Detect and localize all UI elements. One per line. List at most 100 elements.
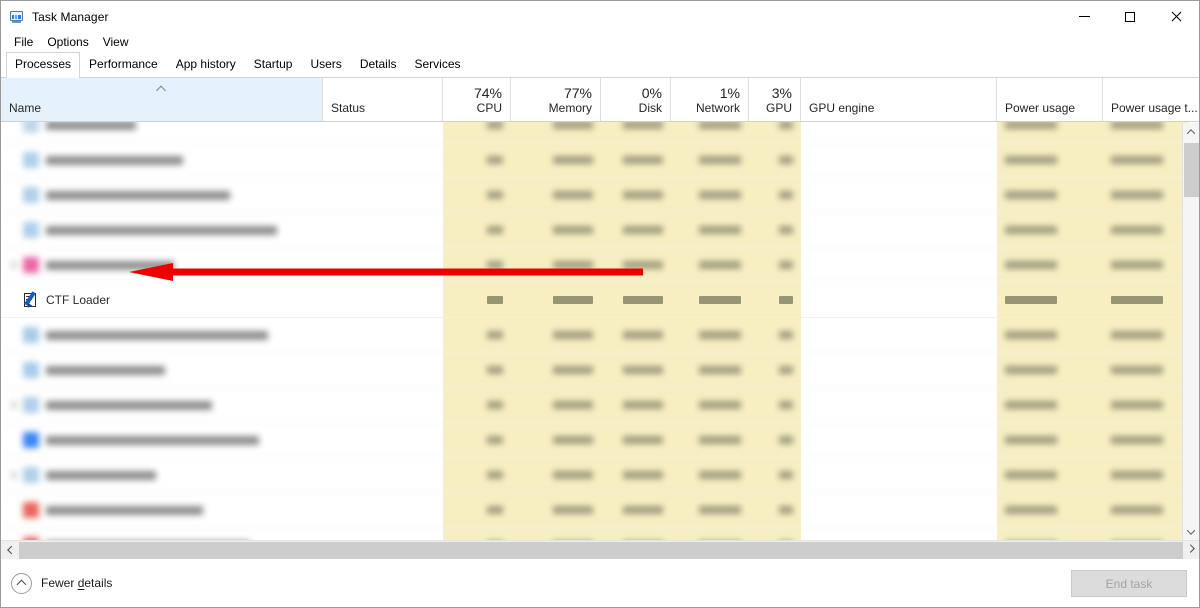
menu-item-file[interactable]: File — [7, 33, 40, 52]
minimize-icon — [1079, 16, 1090, 17]
process-status-cell — [323, 213, 443, 248]
redacted-value — [623, 226, 663, 234]
column-header-gpu[interactable]: 3%GPU — [749, 78, 801, 121]
process-rows: CTF Loader — [1, 122, 1200, 540]
process-gpuengine-cell — [801, 528, 997, 541]
redacted-value — [1005, 401, 1057, 409]
scroll-up-button[interactable] — [1183, 123, 1199, 140]
scroll-down-button[interactable] — [1183, 523, 1199, 540]
process-gpuengine-cell — [801, 423, 997, 458]
redacted-value — [487, 191, 503, 199]
process-gpuengine-cell — [801, 143, 997, 178]
tab-processes[interactable]: Processes — [6, 52, 80, 78]
redacted-value — [779, 471, 793, 479]
process-name-cell — [1, 458, 323, 493]
minimize-button[interactable] — [1061, 1, 1107, 32]
vertical-scrollbar[interactable] — [1182, 123, 1199, 540]
tab-startup[interactable]: Startup — [245, 52, 302, 77]
column-header-power[interactable]: Power usage — [997, 78, 1103, 121]
expand-chevron-icon[interactable] — [1, 402, 23, 408]
column-header-status[interactable]: Status — [323, 78, 443, 121]
menu-item-view[interactable]: View — [96, 33, 136, 52]
redacted-value — [699, 471, 741, 479]
horizontal-scrollbar[interactable] — [1, 540, 1200, 559]
redacted-value — [699, 331, 741, 339]
process-row[interactable] — [1, 248, 1200, 283]
process-row[interactable] — [1, 528, 1200, 540]
redacted-value — [779, 156, 793, 164]
vertical-scroll-thumb[interactable] — [1184, 143, 1199, 197]
column-header-gpu-percent: 3% — [757, 85, 792, 101]
column-header-powertr[interactable]: Power usage t... — [1103, 78, 1200, 121]
column-header-cpu[interactable]: 74%CPU — [443, 78, 511, 121]
process-row[interactable] — [1, 458, 1200, 493]
end-task-button[interactable]: End task — [1071, 570, 1187, 597]
redacted-value — [779, 506, 793, 514]
horizontal-scroll-thumb[interactable] — [19, 542, 1183, 559]
expand-chevron-icon[interactable] — [1, 262, 23, 268]
redacted-value — [1005, 366, 1057, 374]
tab-details[interactable]: Details — [351, 52, 406, 77]
process-row[interactable] — [1, 388, 1200, 423]
process-name-cell — [1, 122, 323, 143]
process-status-cell — [323, 143, 443, 178]
scroll-right-button[interactable] — [1183, 541, 1200, 559]
process-cpu-cell — [443, 388, 511, 423]
maximize-button[interactable] — [1107, 1, 1153, 32]
expand-chevron-icon[interactable] — [1, 472, 23, 478]
redacted-value — [699, 436, 741, 444]
redacted-value — [553, 296, 593, 304]
redacted-value — [699, 261, 741, 269]
process-gpuengine-cell — [801, 318, 997, 353]
process-row[interactable] — [1, 213, 1200, 248]
process-gpuengine-cell — [801, 388, 997, 423]
column-header-network[interactable]: 1%Network — [671, 78, 749, 121]
column-header-name[interactable]: Name — [1, 78, 323, 121]
tab-services[interactable]: Services — [406, 52, 470, 77]
generic-app-icon — [23, 122, 39, 133]
redacted-value — [1111, 122, 1163, 129]
fewer-details-button[interactable]: Fewer details — [11, 573, 112, 594]
tab-app-history[interactable]: App history — [167, 52, 245, 77]
column-header-gpuengine[interactable]: GPU engine — [801, 78, 997, 121]
close-button[interactable] — [1153, 1, 1199, 32]
column-header-disk[interactable]: 0%Disk — [601, 78, 671, 121]
menu-item-options[interactable]: Options — [40, 33, 95, 52]
process-memory-cell — [511, 248, 601, 283]
process-row[interactable] — [1, 143, 1200, 178]
redacted-value — [487, 122, 503, 129]
process-name-label — [46, 191, 230, 200]
redacted-value — [553, 122, 593, 129]
redacted-value — [623, 366, 663, 374]
process-row[interactable]: CTF Loader — [1, 283, 1200, 318]
process-network-cell — [671, 528, 749, 541]
tab-performance[interactable]: Performance — [80, 52, 167, 77]
redacted-value — [1111, 436, 1163, 444]
process-gpu-cell — [749, 388, 801, 423]
tab-users[interactable]: Users — [301, 52, 350, 77]
redacted-value — [623, 191, 663, 199]
process-row[interactable] — [1, 353, 1200, 388]
redacted-value — [1111, 296, 1163, 304]
sort-ascending-icon — [157, 84, 166, 93]
process-disk-cell — [601, 318, 671, 353]
process-network-cell — [671, 493, 749, 528]
process-name-label — [46, 366, 165, 375]
redacted-value — [1111, 506, 1163, 514]
redacted-value — [487, 366, 503, 374]
redacted-value — [779, 296, 793, 304]
column-header-memory[interactable]: 77%Memory — [511, 78, 601, 121]
process-row[interactable] — [1, 318, 1200, 353]
redacted-value — [779, 122, 793, 129]
process-row[interactable] — [1, 122, 1200, 143]
scroll-left-button[interactable] — [1, 541, 19, 559]
process-cpu-cell — [443, 528, 511, 541]
process-disk-cell — [601, 122, 671, 143]
dropbox-icon — [23, 432, 39, 448]
redacted-value — [1005, 191, 1057, 199]
process-status-cell — [323, 283, 443, 318]
process-row[interactable] — [1, 423, 1200, 458]
process-row[interactable] — [1, 493, 1200, 528]
process-row[interactable] — [1, 178, 1200, 213]
process-disk-cell — [601, 178, 671, 213]
